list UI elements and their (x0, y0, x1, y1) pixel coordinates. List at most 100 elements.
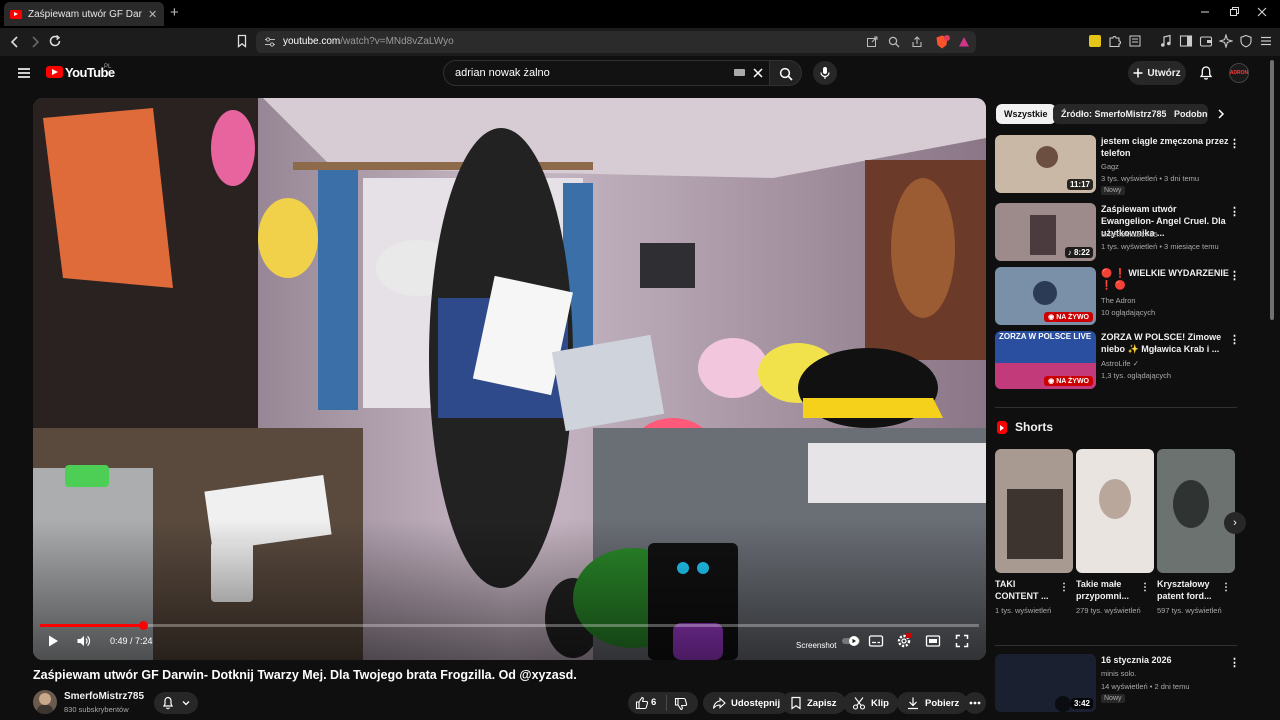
rec-title[interactable]: ZORZA W POLSCE! Zimowe niebo ✨ Mgławica … (1101, 331, 1229, 355)
more-vertical-icon[interactable]: ⋮ (1229, 656, 1240, 669)
chip-similar[interactable]: Podobne (1166, 104, 1208, 124)
volume-icon[interactable] (76, 634, 92, 648)
more-vertical-icon[interactable]: ⋮ (1221, 582, 1231, 593)
chip-channel-source[interactable]: Źródło: SmerfoMistrz785 (1053, 104, 1175, 124)
rec-meta: 14 wyświetleń • 2 dni temu (1101, 682, 1190, 691)
more-vertical-icon[interactable]: ⋮ (1059, 582, 1069, 593)
brave-rewards-icon[interactable] (958, 36, 970, 48)
subscription-bell-button[interactable] (154, 692, 198, 714)
more-vertical-icon[interactable]: ⋮ (1229, 333, 1240, 346)
save-button[interactable]: Zapisz (781, 692, 846, 714)
search-input[interactable]: adrian nowak żalno (443, 60, 770, 86)
address-bar[interactable]: youtube.com/watch?v=MNd8vZaLWyo (256, 31, 976, 53)
back-arrow-icon[interactable] (9, 35, 21, 49)
wallet-icon[interactable] (1199, 34, 1213, 48)
search-button[interactable] (770, 60, 802, 86)
chip-all[interactable]: Wszystkie (996, 104, 1056, 124)
fullscreen-icon[interactable] (955, 634, 969, 648)
clip-button[interactable]: Klip (843, 692, 898, 714)
video-player[interactable] (33, 98, 986, 660)
short-title[interactable]: Takie małe przypomni... (1076, 578, 1138, 602)
bookmark-icon[interactable] (236, 34, 248, 48)
chips-next-chevron-icon[interactable] (1215, 108, 1227, 120)
recommendation-item[interactable]: ◉ NA ŻYWO 🔴 ❗ WIELKIE WYDARZENIE ❗ 🔴 The… (995, 267, 1245, 327)
like-button[interactable] (635, 696, 649, 710)
voice-search-button[interactable] (813, 61, 837, 85)
account-avatar[interactable]: ADRON (1229, 63, 1249, 83)
channel-name[interactable]: SmerfoMistrz785 (64, 691, 144, 702)
recommendation-item[interactable]: ZORZA W POLSCE LIVE ◉ NA ŻYWO ZORZA W PO… (995, 331, 1245, 391)
progress-bar[interactable] (40, 621, 979, 630)
restore-icon[interactable] (1229, 5, 1239, 19)
theater-mode-icon[interactable] (925, 634, 941, 648)
notifications-bell-icon[interactable] (1199, 65, 1213, 81)
more-vertical-icon[interactable]: ⋮ (1229, 137, 1240, 150)
sidebar-icon[interactable] (1179, 34, 1193, 48)
keyboard-icon[interactable] (734, 69, 745, 76)
recommendation-item[interactable]: 11:17 jestem ciągle zmęczona przez telef… (995, 135, 1245, 195)
video-thumbnail[interactable]: ZORZA W POLSCE LIVE ◉ NA ŻYWO (995, 331, 1096, 389)
extensions-puzzle-icon[interactable] (1108, 34, 1122, 48)
more-vertical-icon[interactable]: ⋮ (1140, 582, 1150, 593)
site-settings-icon[interactable] (264, 36, 276, 48)
zoom-icon[interactable] (888, 36, 900, 48)
browser-menu-icon[interactable] (1259, 34, 1273, 48)
new-tab-button[interactable]: + (170, 4, 179, 21)
settings-gear-icon[interactable] (896, 633, 912, 649)
leo-ai-icon[interactable] (1219, 34, 1233, 48)
download-button[interactable]: Pobierz (897, 692, 969, 714)
reload-icon[interactable] (48, 34, 62, 48)
short-title[interactable]: Kryształowy patent ford... (1157, 578, 1219, 602)
rec-channel[interactable]: The Adron (1101, 295, 1136, 306)
recommendation-item[interactable]: 3:42 16 stycznia 2026 minis solo. 14 wyś… (995, 654, 1245, 714)
forward-arrow-icon[interactable] (29, 35, 41, 49)
short-item[interactable]: Takie małe przypomni... 279 tys. wyświet… (1076, 449, 1154, 617)
window-close-icon[interactable] (1257, 5, 1267, 19)
dislike-button[interactable] (674, 697, 688, 711)
rec-title[interactable]: jestem ciągle zmęczona przez telefon (1101, 135, 1229, 159)
rec-title[interactable]: 16 stycznia 2026 (1101, 654, 1229, 666)
more-vertical-icon[interactable]: ⋮ (1229, 269, 1240, 282)
tab-close-icon[interactable]: ✕ (148, 8, 157, 21)
youtube-logo-icon[interactable] (46, 66, 63, 78)
browser-tab-active[interactable]: Zaśpiewam utwór GF Darwin- D ✕ (4, 2, 164, 26)
share-button[interactable]: Udostępnij (703, 692, 790, 714)
short-item[interactable]: TAKI CONTENT ... 1 tys. wyświetleń ⋮ (995, 449, 1073, 617)
extension-yellow-icon[interactable] (1089, 35, 1101, 47)
create-button[interactable]: Utwórz (1128, 61, 1186, 85)
rec-channel[interactable]: Gagz (1101, 161, 1119, 172)
short-title[interactable]: TAKI CONTENT ... (995, 578, 1057, 602)
vpn-shield-icon[interactable] (1239, 34, 1253, 48)
duration-badge: 11:17 (1066, 179, 1093, 190)
minimize-icon[interactable] (1200, 5, 1210, 19)
page-scrollbar[interactable] (1270, 60, 1274, 320)
video-thumbnail[interactable]: ◉ NA ŻYWO (995, 267, 1096, 325)
short-thumbnail[interactable] (995, 449, 1073, 573)
duration-badge: 3:42 (1070, 698, 1093, 709)
more-vertical-icon[interactable]: ⋮ (1229, 205, 1240, 218)
video-thumbnail[interactable]: ♪ 8:22 (995, 203, 1096, 261)
rec-channel[interactable]: minis solo. (1101, 668, 1136, 679)
brave-shields-icon[interactable] (934, 34, 950, 50)
rec-channel[interactable]: SmerfoMistrz785 (1101, 229, 1158, 240)
short-item[interactable]: Kryształowy patent ford... 597 tys. wyśw… (1157, 449, 1235, 617)
more-actions-button[interactable] (964, 692, 986, 714)
reader-mode-icon[interactable] (1128, 34, 1142, 48)
rec-title[interactable]: 🔴 ❗ WIELKIE WYDARZENIE ❗ 🔴 (1101, 267, 1229, 291)
open-in-app-icon[interactable] (866, 36, 878, 48)
media-controls-icon[interactable] (1159, 34, 1173, 48)
video-thumbnail[interactable]: 3:42 (995, 654, 1096, 712)
channel-avatar[interactable] (33, 690, 57, 714)
autoplay-toggle-icon[interactable] (841, 634, 861, 648)
shorts-next-chevron-icon[interactable]: › (1224, 512, 1246, 534)
subtitles-icon[interactable] (868, 634, 884, 648)
short-thumbnail[interactable] (1076, 449, 1154, 573)
hamburger-icon[interactable] (17, 66, 31, 80)
rec-channel[interactable]: AstroLife ✓ (1101, 358, 1139, 369)
clear-search-icon[interactable] (752, 67, 764, 79)
short-thumbnail[interactable] (1157, 449, 1235, 573)
recommendation-item[interactable]: ♪ 8:22 Zaśpiewam utwór Ewangelion- Angel… (995, 203, 1245, 263)
video-thumbnail[interactable]: 11:17 (995, 135, 1096, 193)
play-icon[interactable] (46, 634, 60, 648)
share-icon[interactable] (911, 36, 923, 48)
